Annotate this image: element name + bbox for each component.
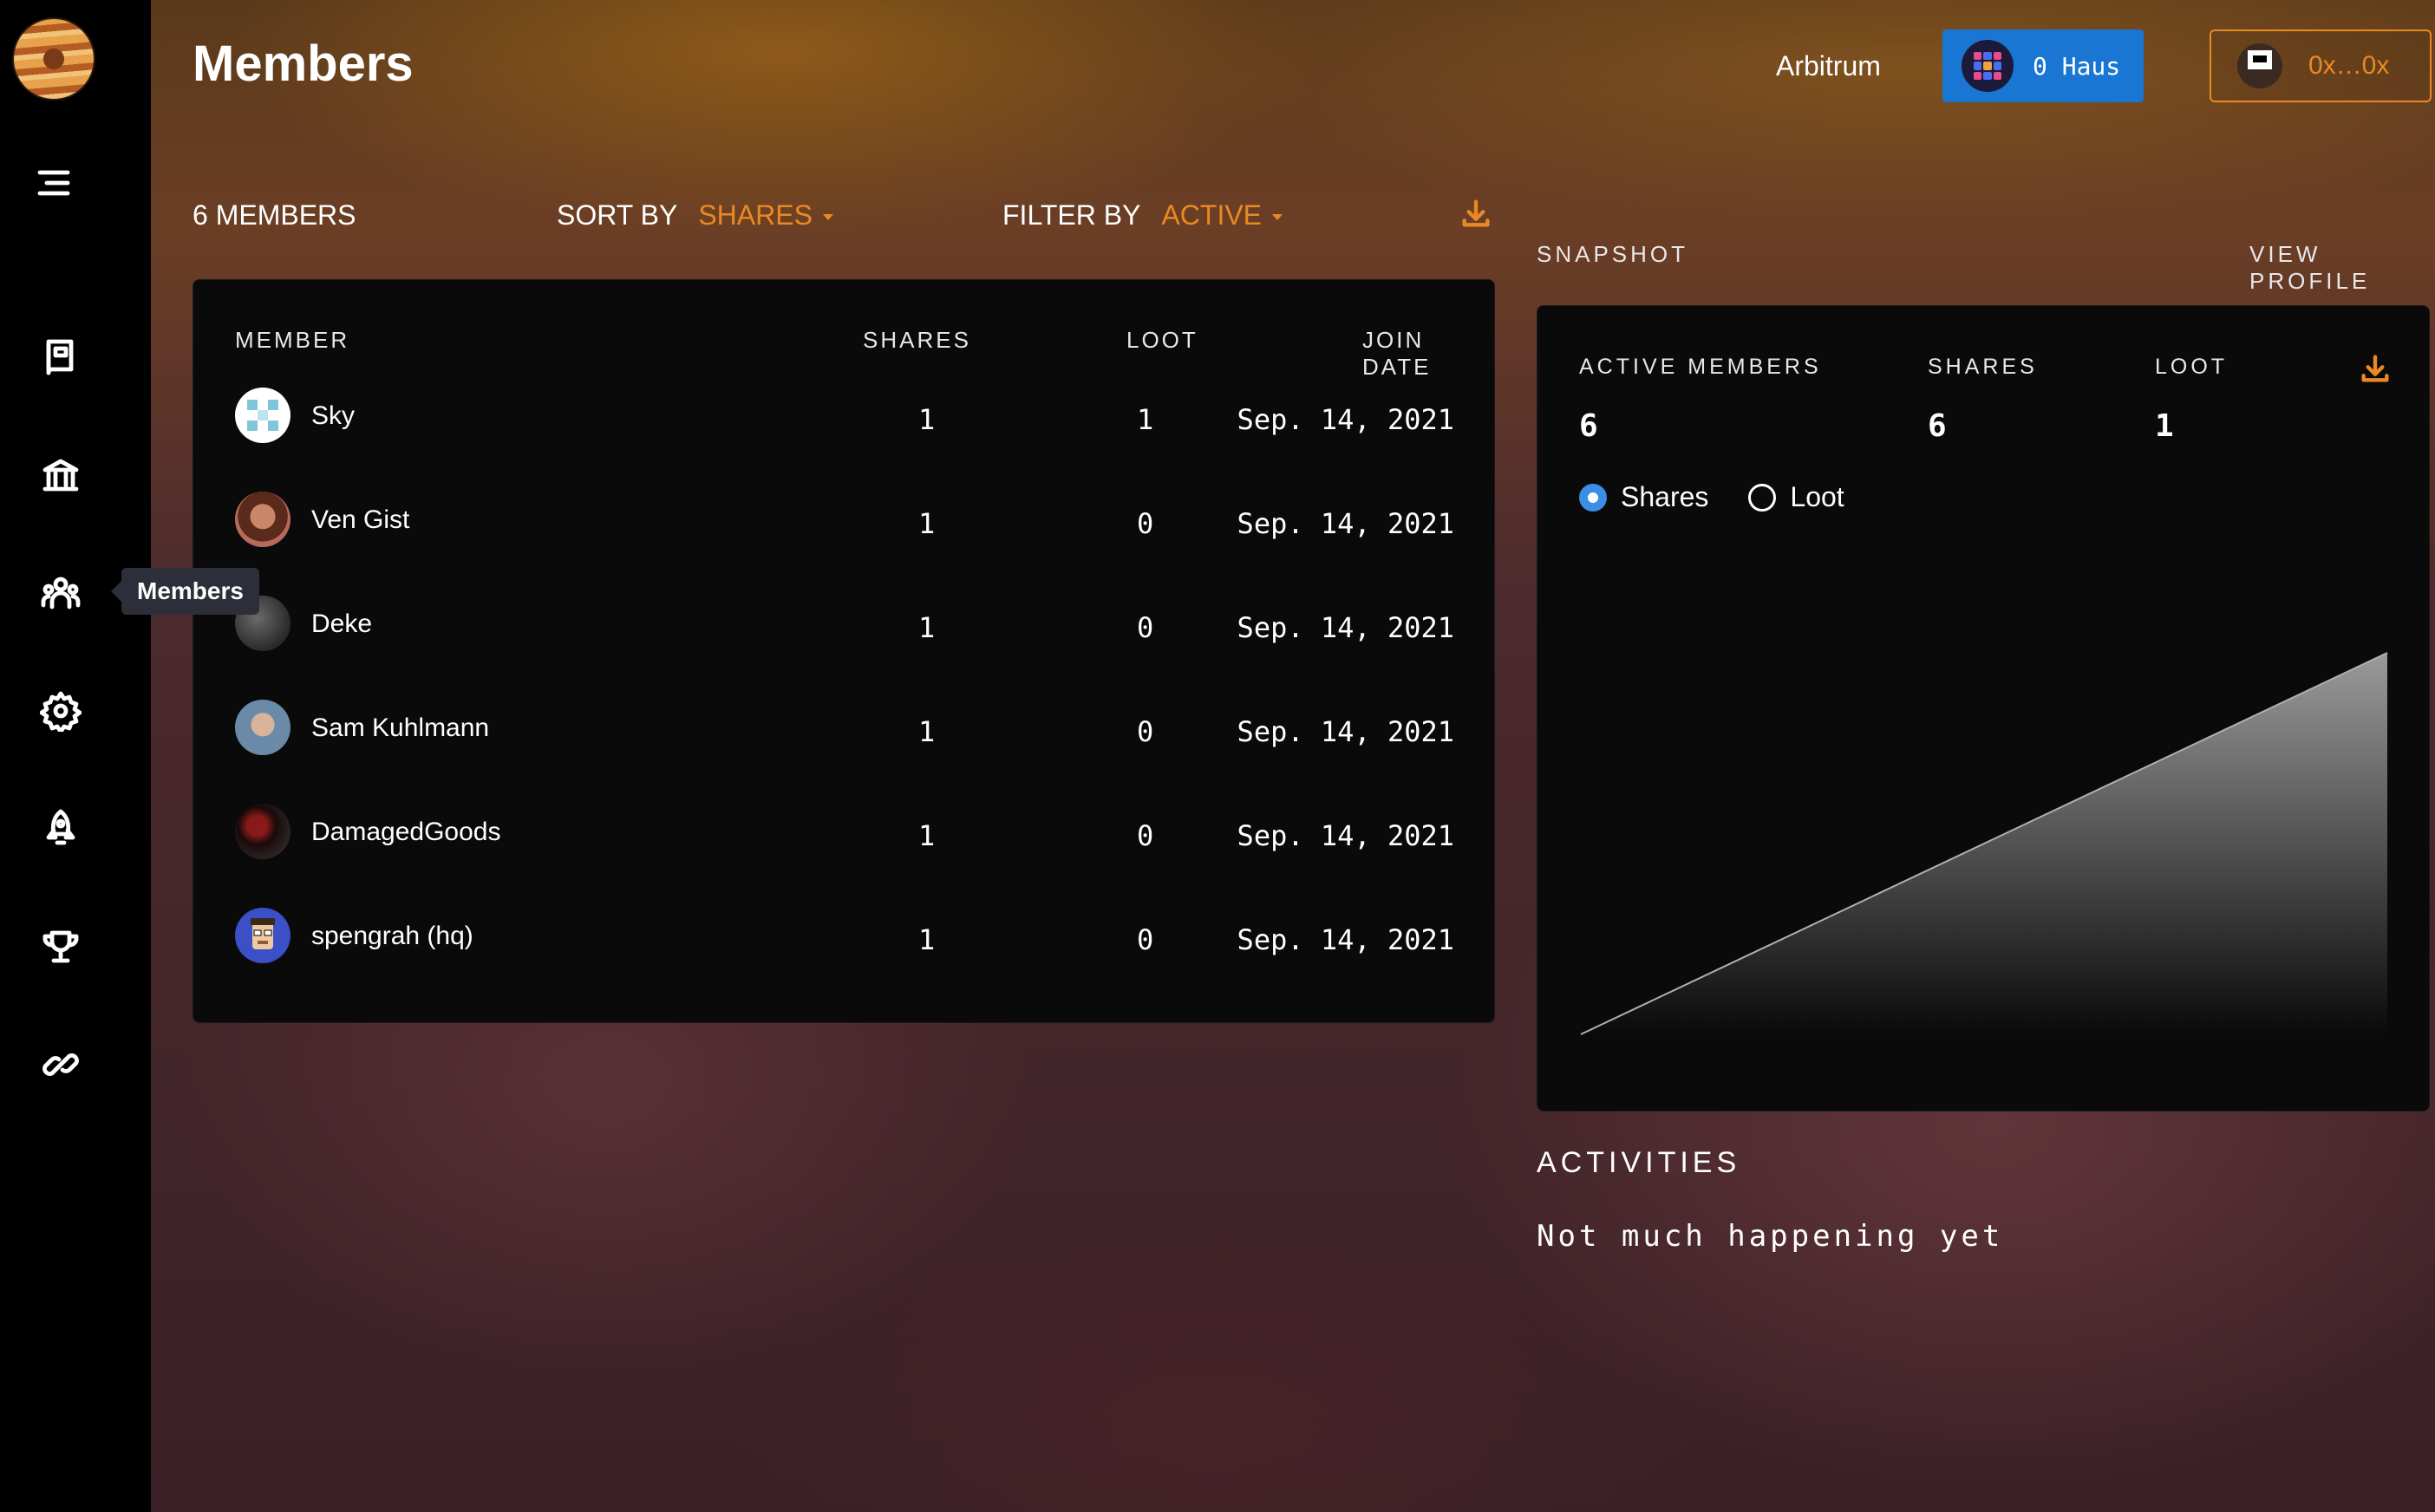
bank-icon[interactable] [35, 449, 87, 501]
loot-value: 1 [2155, 408, 2174, 444]
avatar [235, 804, 291, 859]
member-join-date: Sep. 14, 2021 [1237, 611, 1454, 644]
chart-toggle: Shares Loot [1579, 481, 1844, 513]
shares-value: 6 [1928, 408, 1947, 444]
chevron-down-icon [822, 214, 833, 221]
sidebar-tooltip: Members [111, 568, 259, 615]
table-row[interactable]: Ven Gist 1 0 Sep. 14, 2021 [193, 474, 1496, 552]
download-icon[interactable] [2358, 351, 2393, 386]
member-name: spengrah (hq) [311, 922, 473, 950]
member-name: Sam Kuhlmann [311, 714, 490, 742]
members-count: 6 MEMBERS [193, 199, 356, 231]
page-title: Members [193, 36, 414, 92]
loot-radio-label: Loot [1790, 481, 1844, 512]
member-shares: 1 [918, 715, 936, 748]
member-loot: 0 [1137, 923, 1154, 956]
member-shares: 1 [918, 507, 936, 540]
haus-balance-button[interactable]: 0 Haus [1942, 29, 2144, 102]
member-name: Deke [311, 609, 373, 638]
trophy-icon[interactable] [35, 921, 87, 973]
table-row[interactable]: spengrah (hq) 1 0 Sep. 14, 2021 [193, 890, 1496, 968]
shares-radio-label: Shares [1621, 481, 1709, 512]
view-profile-link[interactable]: VIEW PROFILE [2249, 241, 2435, 295]
member-join-date: Sep. 14, 2021 [1237, 923, 1454, 956]
main-content: Members Arbitrum 0 Haus 0x…0x 6 MEMBERS … [151, 0, 2435, 1512]
active-members-value: 6 [1579, 408, 1598, 444]
column-header-member: MEMBER [235, 327, 350, 353]
filter-label: FILTER BY [1002, 199, 1141, 231]
member-shares: 1 [918, 403, 936, 436]
sort-value: SHARES [698, 199, 813, 231]
download-icon[interactable] [1459, 196, 1493, 231]
sort-label: SORT BY [557, 199, 678, 231]
member-loot: 0 [1137, 819, 1154, 852]
sort-dropdown[interactable]: SHARES [698, 199, 833, 231]
member-join-date: Sep. 14, 2021 [1237, 715, 1454, 748]
filter-dropdown[interactable]: ACTIVE [1161, 199, 1283, 231]
avatar [235, 908, 291, 963]
member-name: DamagedGoods [311, 818, 501, 846]
book-icon[interactable] [35, 331, 87, 383]
snapshot-label: SNAPSHOT [1537, 241, 1689, 267]
menu-icon[interactable] [28, 157, 80, 209]
member-name: Ven Gist [311, 505, 410, 534]
snapshot-panel: ACTIVE MEMBERS SHARES LOOT 6 6 1 Shares … [1537, 305, 2430, 1111]
sidebar [0, 0, 151, 1512]
member-loot: 1 [1137, 403, 1154, 436]
rocket-icon[interactable] [35, 803, 87, 855]
table-row[interactable]: Sam Kuhlmann 1 0 Sep. 14, 2021 [193, 682, 1496, 760]
members-table: MEMBER SHARES LOOT JOIN DATE Sky 1 1 Sep… [193, 279, 1495, 1023]
loot-label: LOOT [2155, 355, 2229, 379]
chevron-down-icon [1272, 214, 1283, 221]
members-icon[interactable] [35, 567, 87, 619]
column-header-loot: LOOT [1126, 327, 1198, 353]
table-row[interactable]: Sky 1 1 Sep. 14, 2021 [193, 370, 1496, 448]
shares-area-chart [1580, 652, 2388, 1035]
gear-icon[interactable] [35, 685, 87, 737]
network-label[interactable]: Arbitrum [1776, 50, 1881, 82]
link-icon[interactable] [35, 1039, 87, 1091]
haus-logo-icon [1962, 40, 2014, 92]
member-shares: 1 [918, 611, 936, 644]
wallet-avatar [2237, 43, 2282, 88]
loot-radio[interactable] [1748, 483, 1777, 512]
table-row[interactable]: DamagedGoods 1 0 Sep. 14, 2021 [193, 786, 1496, 864]
sort-control: SORT BY SHARES [557, 199, 833, 231]
column-header-shares: SHARES [863, 327, 971, 353]
member-join-date: Sep. 14, 2021 [1237, 819, 1454, 852]
table-row[interactable]: Deke 1 0 Sep. 14, 2021 [193, 578, 1496, 656]
member-name: Sky [311, 401, 356, 430]
member-join-date: Sep. 14, 2021 [1237, 507, 1454, 540]
active-members-label: ACTIVE MEMBERS [1579, 355, 1822, 379]
member-join-date: Sep. 14, 2021 [1237, 403, 1454, 436]
avatar [235, 492, 291, 547]
member-loot: 0 [1137, 507, 1154, 540]
shares-label: SHARES [1928, 355, 2038, 379]
dao-avatar[interactable] [12, 17, 95, 101]
member-loot: 0 [1137, 715, 1154, 748]
shares-radio[interactable] [1579, 483, 1607, 512]
filter-value: ACTIVE [1161, 199, 1263, 231]
member-loot: 0 [1137, 611, 1154, 644]
haus-balance-label: 0 Haus [2033, 51, 2121, 81]
member-shares: 1 [918, 819, 936, 852]
member-shares: 1 [918, 923, 936, 956]
filter-control: FILTER BY ACTIVE [1002, 199, 1283, 231]
wallet-button[interactable]: 0x…0x [2210, 29, 2432, 102]
wallet-address: 0x…0x [2308, 51, 2390, 80]
activities-title: ACTIVITIES [1537, 1146, 1741, 1179]
avatar [235, 388, 291, 443]
avatar [235, 700, 291, 755]
activities-empty-text: Not much happening yet [1537, 1219, 2004, 1254]
